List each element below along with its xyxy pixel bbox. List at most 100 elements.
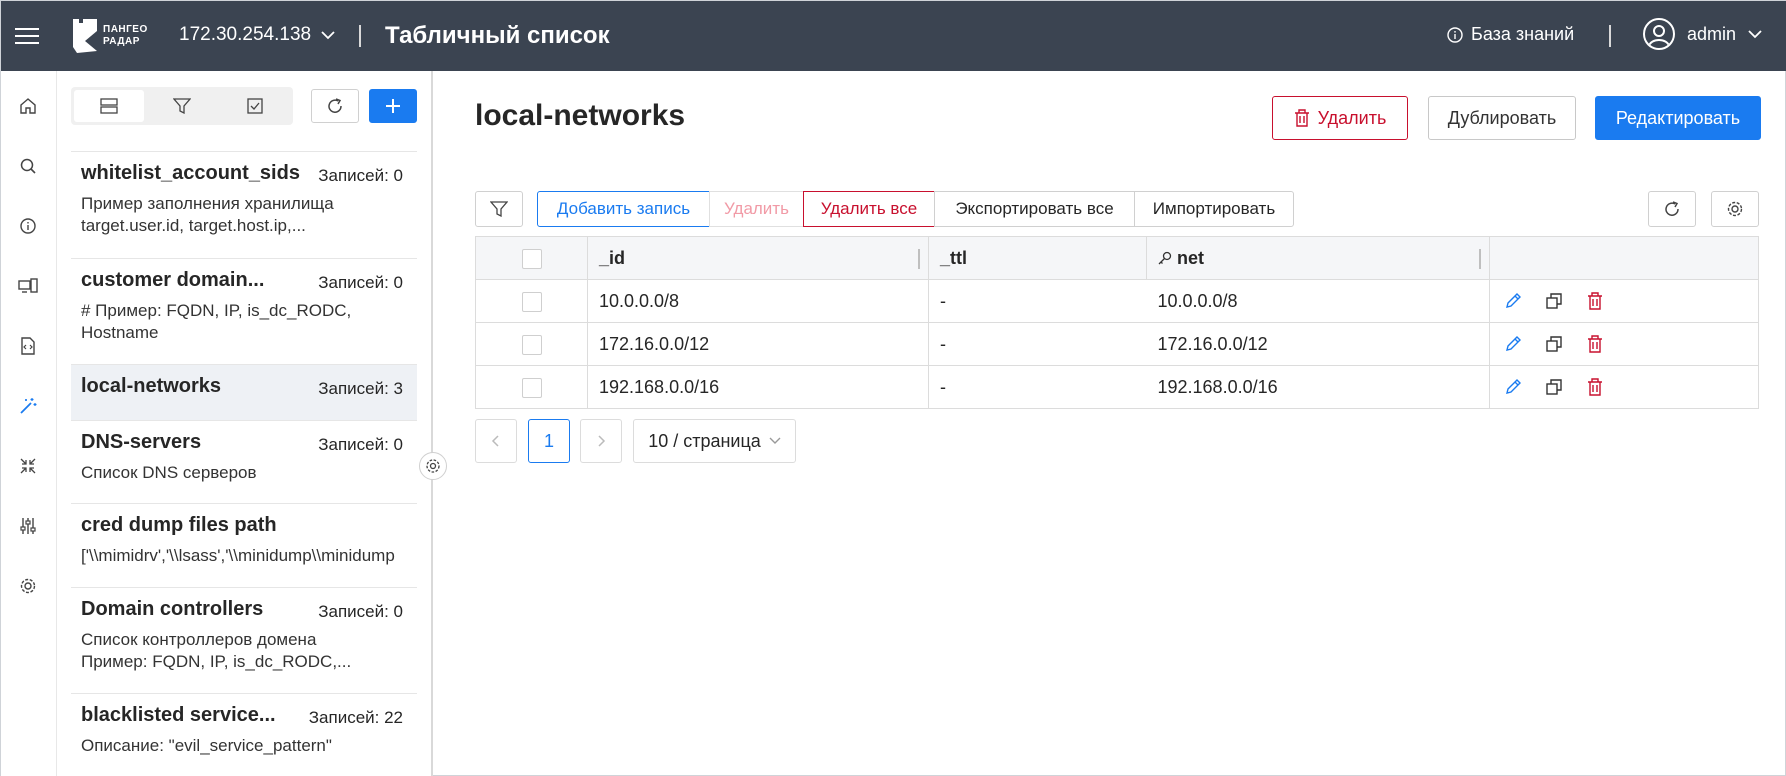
filter-icon bbox=[490, 201, 508, 217]
list-item[interactable]: cred dump files path ['\\mimidrv','\\lsa… bbox=[71, 503, 417, 587]
list-item[interactable]: DNS-servers Записей: 0 Список DNS сервер… bbox=[71, 420, 417, 503]
nav-code[interactable] bbox=[13, 331, 43, 361]
chevron-right-icon bbox=[598, 435, 606, 447]
delete-row-button[interactable] bbox=[1583, 375, 1607, 399]
edit-row-button[interactable] bbox=[1501, 375, 1525, 399]
column-resize-handle[interactable] bbox=[918, 249, 920, 269]
delete-list-button[interactable]: Удалить bbox=[1272, 96, 1408, 140]
refresh-table-button[interactable] bbox=[1648, 191, 1696, 227]
view-filter-button[interactable] bbox=[147, 90, 217, 122]
next-page-button[interactable] bbox=[580, 419, 622, 463]
view-select-button[interactable] bbox=[220, 90, 290, 122]
nav-search[interactable] bbox=[13, 151, 43, 181]
list-item-selected[interactable]: local-networks Записей: 3 bbox=[71, 364, 417, 420]
nav-settings[interactable] bbox=[13, 571, 43, 601]
copy-row-button[interactable] bbox=[1542, 289, 1566, 313]
divider bbox=[359, 25, 361, 47]
pencil-icon bbox=[1506, 293, 1521, 308]
list-item[interactable]: whitelist_account_sids Записей: 0 Пример… bbox=[71, 151, 417, 258]
list-title: local-networks bbox=[475, 99, 686, 132]
knowledge-base-link[interactable]: База знаний bbox=[1447, 24, 1574, 45]
copy-row-button[interactable] bbox=[1542, 375, 1566, 399]
table-row: 172.16.0.0/12 - 172.16.0.0/12 bbox=[475, 322, 1759, 366]
cell-ttl: - bbox=[928, 365, 1147, 409]
edit-button[interactable]: Редактировать bbox=[1595, 96, 1761, 140]
edit-row-button[interactable] bbox=[1501, 332, 1525, 356]
panel-settings-handle[interactable] bbox=[419, 452, 447, 480]
row-checkbox[interactable] bbox=[521, 334, 542, 355]
delete-row-button[interactable] bbox=[1583, 289, 1607, 313]
cell-net: 192.168.0.0/16 bbox=[1146, 365, 1490, 409]
refresh-icon bbox=[328, 98, 342, 113]
copy-row-button[interactable] bbox=[1542, 332, 1566, 356]
duplicate-button[interactable]: Дублировать bbox=[1428, 96, 1576, 140]
list-item-count: Записей: 0 bbox=[318, 273, 403, 292]
column-resize-handle[interactable] bbox=[1479, 249, 1481, 269]
delete-all-button[interactable]: Удалить все bbox=[803, 191, 935, 227]
nav-compress[interactable] bbox=[13, 451, 43, 481]
menu-icon[interactable] bbox=[1, 1, 53, 71]
page-button[interactable]: 1 bbox=[528, 419, 570, 463]
nav-tuning[interactable] bbox=[13, 511, 43, 541]
info-icon bbox=[20, 218, 36, 234]
select-all-checkbox[interactable] bbox=[521, 248, 542, 269]
divider bbox=[1609, 25, 1611, 47]
list-item-count: Записей: 0 bbox=[318, 602, 403, 621]
delete-row-button[interactable] bbox=[1583, 332, 1607, 356]
cell-actions bbox=[1489, 279, 1759, 323]
records-table: _id _ttl net 10.0.0.0/8 - 10.0.0.0/8 172… bbox=[475, 236, 1759, 409]
add-record-button[interactable]: Добавить запись bbox=[537, 191, 710, 227]
nav-devices[interactable] bbox=[13, 271, 43, 301]
list-item-desc: ['\\mimidrv','\\lsass','\\minidump\\mini… bbox=[81, 546, 395, 565]
nav-info[interactable] bbox=[13, 211, 43, 241]
host-selector[interactable]: 172.30.254.138 bbox=[179, 24, 335, 46]
nav-lists[interactable] bbox=[13, 391, 43, 421]
refresh-list-button[interactable] bbox=[311, 89, 359, 123]
column-header-id[interactable]: _id bbox=[587, 236, 929, 280]
list-item-count: Записей: 0 bbox=[318, 166, 403, 185]
chevron-down-icon bbox=[769, 437, 781, 444]
nav-home[interactable] bbox=[13, 91, 43, 121]
import-button[interactable]: Импортировать bbox=[1134, 191, 1294, 227]
list-item[interactable]: customer domain... Записей: 0 # Пример: … bbox=[71, 258, 417, 364]
row-checkbox[interactable] bbox=[521, 291, 542, 312]
delete-list-label: Удалить bbox=[1317, 107, 1387, 128]
cell-id: 192.168.0.0/16 bbox=[587, 365, 929, 409]
copy-icon bbox=[1546, 293, 1562, 309]
list-item-desc: Список контроллеров домена Пример: FQDN,… bbox=[81, 630, 352, 671]
edit-row-button[interactable] bbox=[1501, 289, 1525, 313]
row-checkbox[interactable] bbox=[521, 377, 542, 398]
cell-ttl: - bbox=[928, 322, 1147, 366]
app-window: ПАНГЕО РАДАР 172.30.254.138 Табличный сп… bbox=[0, 0, 1786, 776]
list-item-name: customer domain... bbox=[81, 269, 265, 291]
column-header-ttl[interactable]: _ttl bbox=[928, 236, 1147, 280]
table-settings-button[interactable] bbox=[1711, 191, 1759, 227]
table-filter-button[interactable] bbox=[475, 191, 523, 227]
export-all-button[interactable]: Экспортировать все bbox=[934, 191, 1135, 227]
delete-records-button[interactable]: Удалить bbox=[709, 191, 804, 227]
column-header-net[interactable]: net bbox=[1146, 236, 1490, 280]
list-item-name: cred dump files path bbox=[81, 514, 277, 536]
info-icon bbox=[1447, 26, 1463, 43]
column-header-actions bbox=[1489, 236, 1759, 280]
column-label: net bbox=[1177, 247, 1205, 268]
list-item-name: whitelist_account_sids bbox=[81, 162, 300, 184]
view-list-button[interactable] bbox=[74, 90, 144, 122]
user-menu[interactable]: admin bbox=[1643, 18, 1762, 50]
list-item[interactable]: blacklisted service... Записей: 22 Описа… bbox=[71, 693, 417, 776]
cell-id: 172.16.0.0/12 bbox=[587, 322, 929, 366]
page-size-select[interactable]: 10 / страница bbox=[633, 419, 796, 463]
list-item-name: local-networks bbox=[81, 375, 222, 397]
compress-icon bbox=[20, 458, 36, 474]
list-item[interactable]: Domain controllers Записей: 0 Список кон… bbox=[71, 587, 417, 693]
logo: ПАНГЕО РАДАР bbox=[71, 15, 156, 57]
column-label: _id bbox=[599, 247, 626, 268]
row-select-cell bbox=[475, 322, 588, 366]
list-item-desc: Пример заполнения хранилища target.user.… bbox=[81, 194, 334, 235]
top-bar: ПАНГЕО РАДАР 172.30.254.138 Табличный сп… bbox=[1, 1, 1786, 71]
prev-page-button[interactable] bbox=[475, 419, 517, 463]
home-icon bbox=[20, 98, 36, 114]
filter-icon bbox=[173, 98, 191, 114]
add-list-button[interactable] bbox=[369, 89, 417, 123]
list-item-count: Записей: 22 bbox=[308, 708, 403, 727]
